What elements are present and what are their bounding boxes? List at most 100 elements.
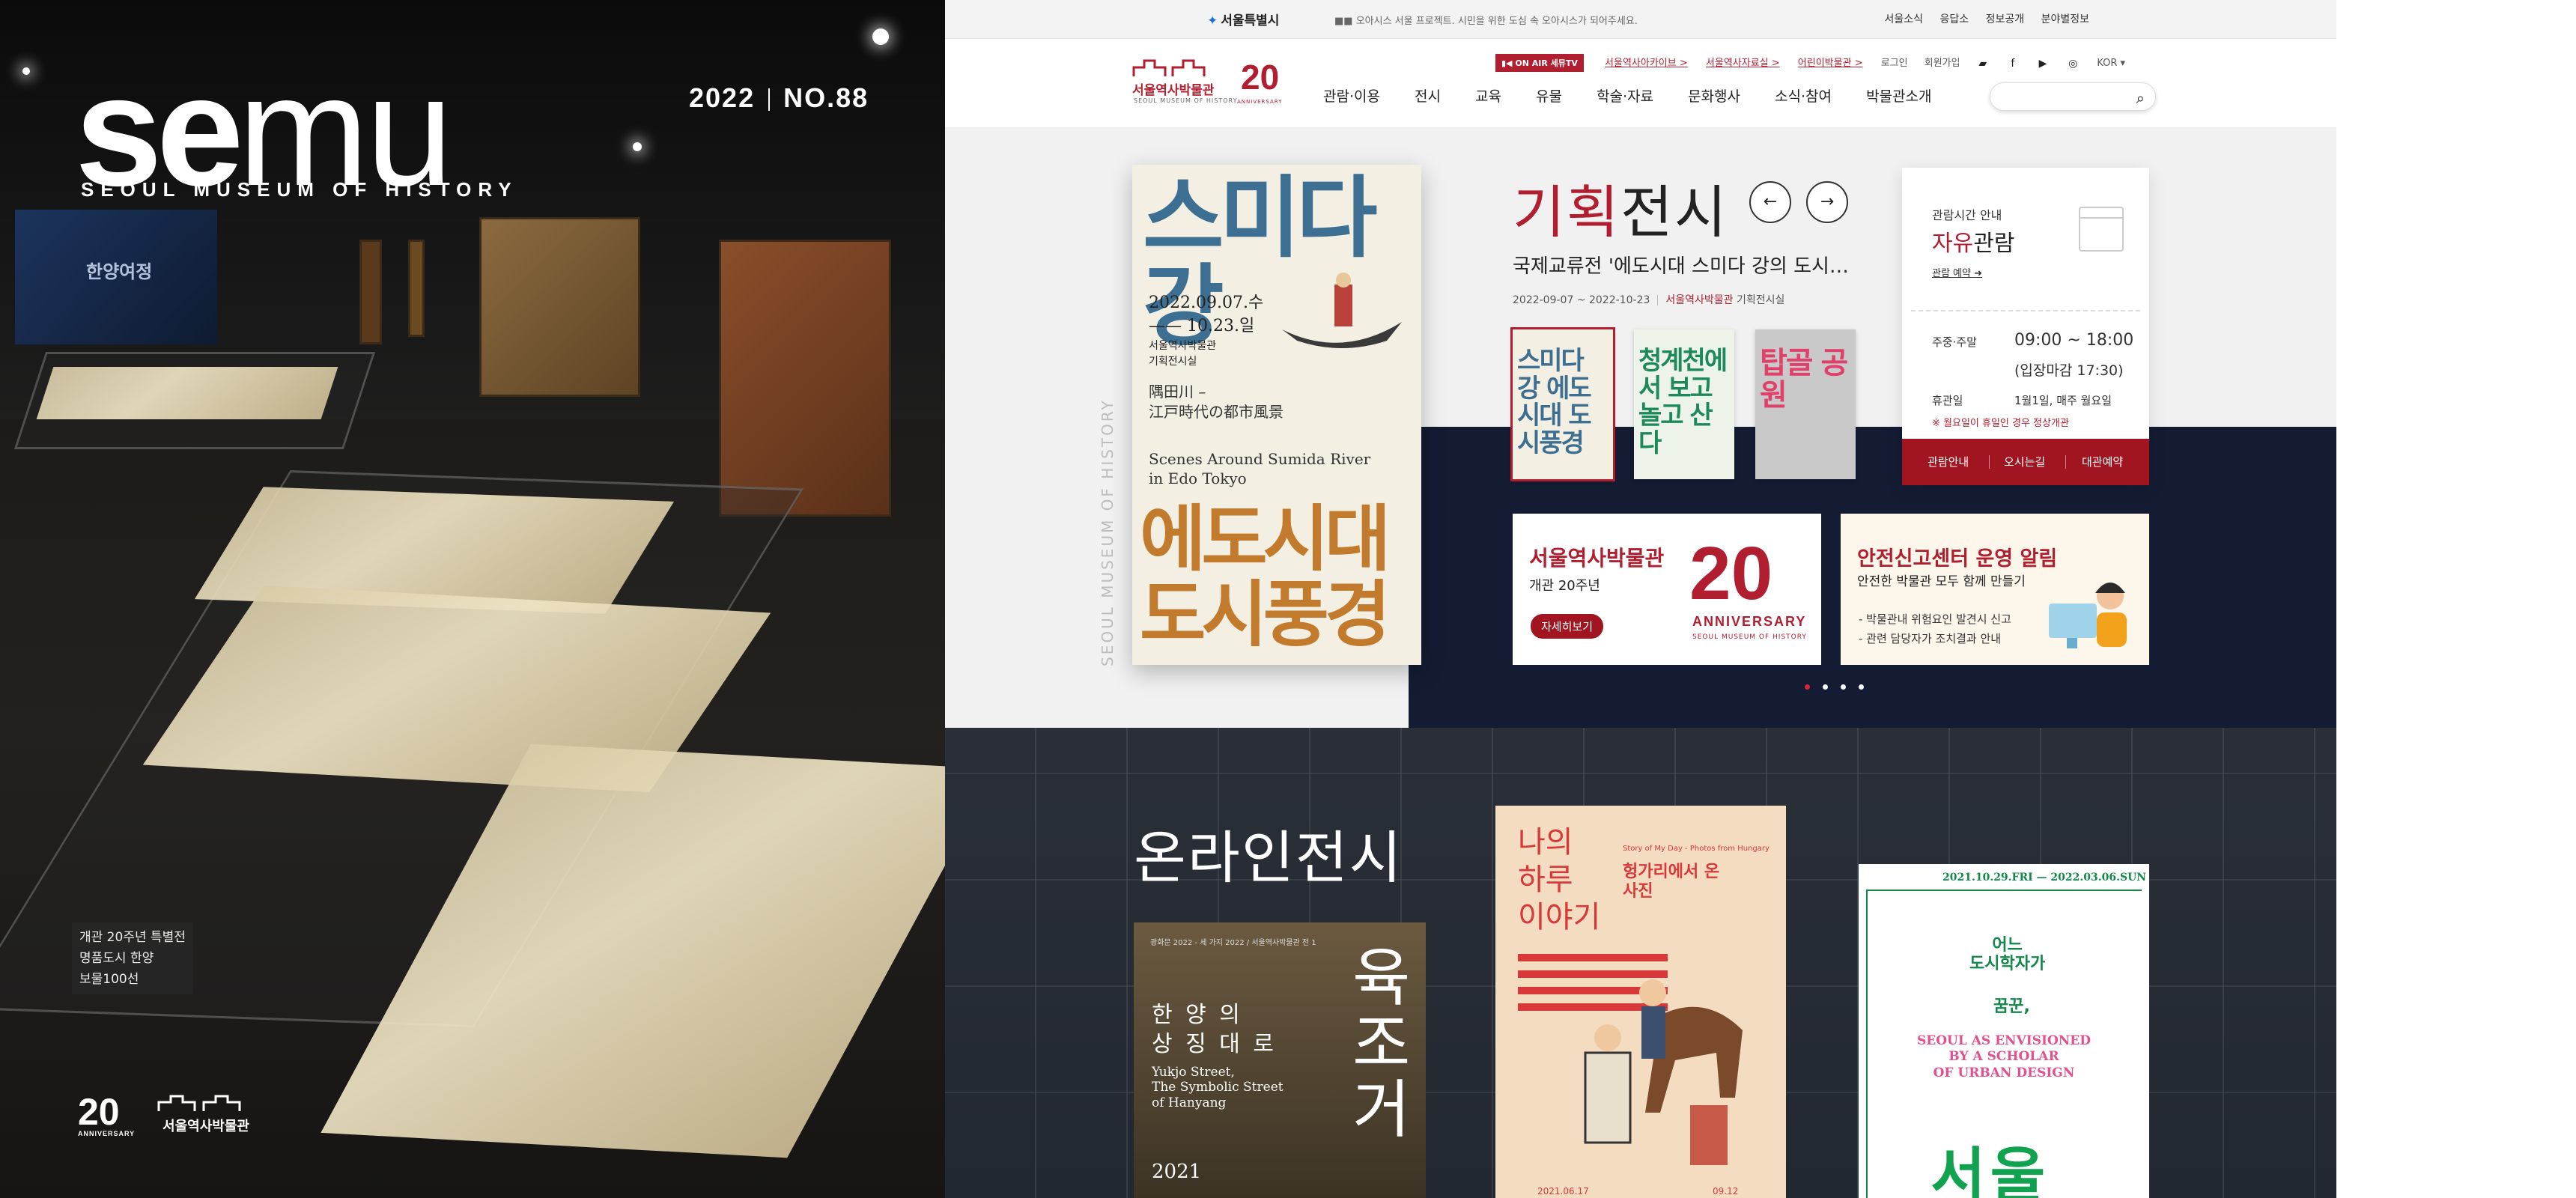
gov-link-response[interactable]: 응답소 [1940,13,1969,25]
exhibition-thumb[interactable]: 탑골 공원 [1755,329,1856,479]
nav-item-education[interactable]: 교육 [1475,88,1501,105]
poster-title: 스미다 강 [1143,166,1378,358]
anniversary-label: ANNIVERSARY [78,1130,136,1137]
exhibition-thumb[interactable]: 청계천에서 보고 놀고 산다 [1634,329,1734,479]
search-input[interactable]: ⌕ [1990,82,2156,111]
free-admission: 자유관람 [1932,225,2014,258]
cover-subtitle: SEOUL MUSEUM OF HISTORY [81,178,518,201]
closed-label: 휴관일 [1932,394,1963,407]
banner-title: 서울역사박물관 [1529,546,1665,571]
language-select[interactable]: KOR ▾ [2097,58,2125,69]
exhibition-poster[interactable]: 스미다 강 2022.09.07.수 —— 10.23.일 서울역사박물관 기획… [1132,165,1421,665]
nav-item-news[interactable]: 소식·참여 [1775,88,1832,105]
card-footer-links: 관람안내 오시는길 대관예약 [1902,439,2149,485]
poster-jp-line: 江戸時代の都市風景 [1149,403,1284,421]
anniversary-number: 20 [1241,58,1280,97]
reservation-link[interactable]: 관람 예약 ➜ [1932,265,1982,279]
spotlight [633,142,642,151]
screen-label: 한양여정 [86,261,153,282]
museum-logo: 서울역사박물관 [157,1095,255,1135]
thumb-title: 스미다 강 에도시대 도시풍경 [1517,346,1592,459]
pagination-dot[interactable] [1841,684,1847,690]
utility-bar: ▮◀ ON AIR 세뮤TV 서울역사아카이브 > 서울역사자료실 > 어린이박… [1495,54,2139,72]
cover-issue-number: NO.88 [783,82,869,113]
card-en-line: The Symbolic Street [1152,1080,1284,1095]
search-icon[interactable]: ⌕ [2136,89,2145,107]
card-top-text: 광화문 2022 - 세 가지 2022 / 서울역사박물관 전 1 [1150,939,1316,947]
youtube-icon[interactable]: ▶ [2037,58,2049,70]
card-title-line: 한 양 의 [1152,1002,1243,1028]
link-directions[interactable]: 오시는길 [2004,454,2045,469]
exhibition-thumb[interactable]: 스미다 강 에도시대 도시풍경 [1510,327,1615,481]
gov-link-news[interactable]: 서울소식 [1885,13,1924,25]
gov-message[interactable]: ■■ 오아시스 서울 프로젝트. 시민을 위한 도심 속 오아시스가 되어주세요… [1334,13,1638,27]
card-title-line: 이야기 [1518,900,1601,934]
poster-date-end: —— 10.23.일 [1149,316,1255,335]
poster-en-line: in Edo Tokyo [1149,469,1247,487]
divider [1657,295,1659,305]
card-title-line: 도시학자가 [1969,955,2046,974]
seoul-city-logo[interactable]: ✦ 서울특별시 [1207,10,1279,28]
pagination-dot[interactable] [1823,684,1829,690]
nav-item-visit[interactable]: 관람·이용 [1323,88,1380,105]
horse-illustration-icon [1584,979,1743,1165]
details-button[interactable]: 자세히보기 [1531,614,1604,639]
poster-place-line: 기획전시실 [1149,356,1197,368]
exhibition-meta: 2022-09-07 ~ 2022-10-23 서울역사박물관 기획전시실 [1513,292,1784,307]
util-link-kids[interactable]: 어린이박물관 > [1798,58,1863,69]
cover-caption: 개관 20주년 특별전 명품도시 한양 보물100선 [72,922,193,994]
link-rental[interactable]: 대관예약 [2082,454,2123,469]
section-title-accent: 기획 [1513,179,1620,246]
online-exhibit-card[interactable]: 나의 하루 이야기 Story of My Day - Photos from … [1495,806,1786,1198]
pagination-dot[interactable] [1859,684,1865,690]
prev-button[interactable]: ← [1749,181,1791,223]
onair-button[interactable]: ▮◀ ON AIR 세뮤TV [1495,54,1584,72]
card-subtitle: 꿈꾼, [1993,997,2030,1016]
closed-note: ※ 월요일이 휴일인 경우 정상개관 [1932,418,2069,429]
chat-icon[interactable]: ▰ [1977,58,1989,70]
nav-item-research[interactable]: 학술·자료 [1597,88,1653,105]
join-link[interactable]: 회원가입 [1925,58,1960,69]
poster-japanese-title: 隅田川 – 江戸時代の都市風景 [1149,382,1284,422]
exhibition-title[interactable]: 국제교류전 '에도시대 스미다 강의 도시… [1513,251,1849,279]
link-visit-info[interactable]: 관람안내 [1928,454,1969,469]
nav-item-about[interactable]: 박물관소개 [1866,88,1931,105]
facebook-icon[interactable]: f [2007,58,2019,70]
nav-item-events[interactable]: 문화행사 [1688,88,1740,105]
anniversary-banner[interactable]: 서울역사박물관 개관 20주년 자세히보기 20 ANNIVERSARY SEO… [1513,514,1821,665]
gov-link-info[interactable]: 분야별정보 [2041,13,2089,25]
banner-subtitle: 개관 20주년 [1529,578,1600,594]
gov-link-disclosure[interactable]: 정보공개 [1986,13,2025,25]
section-title-rest: 전시 [1620,179,1728,246]
nav-item-exhibition[interactable]: 전시 [1415,88,1441,105]
weekday-hours: 09:00 ~ 18:00 [2014,331,2134,350]
seoul-city-label: 서울특별시 [1221,13,1280,28]
weekday-label: 주중·주말 [1932,335,1977,349]
caption-line: 보물100선 [79,972,139,987]
poster-place-line: 서울역사박물관 [1149,340,1217,352]
slider-pagination [1805,678,1873,693]
util-link-library[interactable]: 서울역사자료실 > [1706,58,1780,69]
card-date-end: 09.12 [1713,1186,1739,1197]
card-english: Story of My Day - Photos from Hungary [1623,845,1770,853]
online-exhibit-card[interactable]: 광화문 2022 - 세 가지 2022 / 서울역사박물관 전 1 한 양 의… [1134,922,1426,1198]
card-title: 한 양 의 상 징 대 로 [1152,1000,1277,1059]
divider [1911,310,2140,311]
util-link-archive[interactable]: 서울역사아카이브 > [1605,58,1688,69]
thumb-title: 청계천에서 보고 놀고 산다 [1638,346,1728,459]
login-link[interactable]: 로그인 [1881,58,1908,69]
brand-eng: SEOUL MUSEUM OF HISTORY [1134,97,1238,104]
safety-banner[interactable]: 안전신고센터 운영 알림 안전한 박물관 모두 함께 만들기 - 박물관내 위험… [1841,514,2149,665]
instagram-icon[interactable]: ◎ [2067,58,2079,70]
card-en-line: SEOUL AS ENVISIONED [1916,1033,2092,1048]
card-title-line: 나의 [1518,825,1573,860]
site-logo[interactable]: 서울역사박물관 SEOUL MUSEUM OF HISTORY 20 ANNIV… [1132,54,1304,106]
online-exhibit-card[interactable]: 2021.10.29.FRI — 2022.03.06.SUN 어느 도시학자가… [1859,864,2149,1198]
card-title-line: 어느 [1992,936,2023,955]
pagination-dot[interactable] [1805,684,1810,690]
poster-en-line: Scenes Around Sumida River [1149,450,1371,468]
nav-item-artifacts[interactable]: 유물 [1536,88,1562,105]
next-button[interactable]: → [1806,181,1848,223]
wall-scroll [359,240,382,344]
special-exhibition-section: SEOUL MUSEUM OF HISTORY 스미다 강 2022.09.07… [945,127,2336,728]
